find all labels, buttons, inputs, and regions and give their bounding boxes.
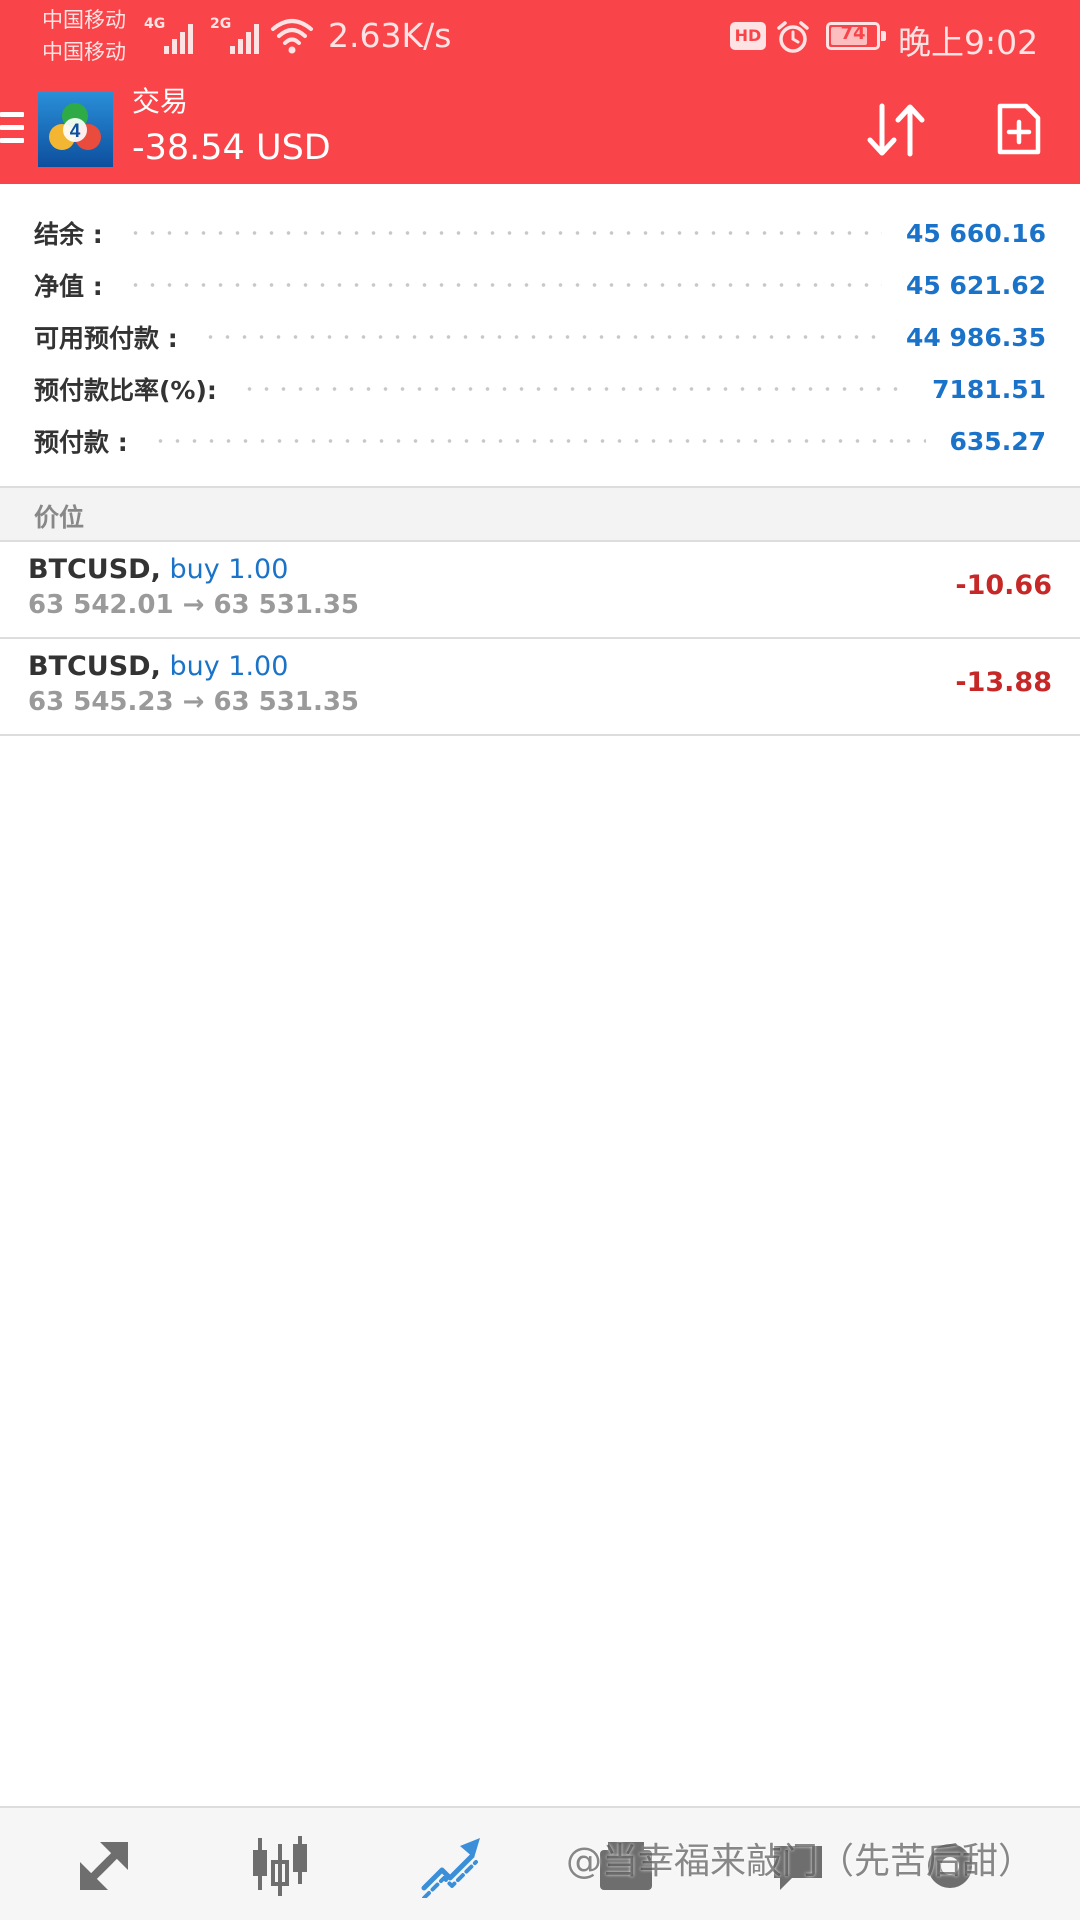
battery-icon: 74 (826, 22, 886, 50)
position-row[interactable]: BTCUSD, buy 1.00 63 542.01 → 63 531.35 -… (0, 542, 1080, 639)
dotted-leader (126, 231, 883, 235)
position-separator: , (150, 651, 161, 682)
summary-value: 635.27 (949, 426, 1046, 456)
candlestick-chart-icon[interactable] (248, 1834, 312, 1898)
account-summary: 结余 : 45 660.16 净值 : 45 621.62 可用预付款 : 44… (0, 184, 1080, 486)
position-row[interactable]: BTCUSD, buy 1.00 63 545.23 → 63 531.35 -… (0, 639, 1080, 736)
dotted-leader (151, 439, 926, 443)
position-prices: 63 545.23 → 63 531.35 (28, 687, 360, 717)
position-profit: -13.88 (955, 667, 1052, 698)
positions-section-header: 价位 (0, 486, 1080, 542)
position-title: BTCUSD, buy 1.00 (28, 651, 288, 682)
hd-voice-icon: HD (730, 22, 766, 50)
summary-label: 结余 : (34, 220, 103, 249)
svg-text:4: 4 (70, 121, 81, 142)
carrier-name-1: 中国移动 (42, 8, 126, 32)
summary-label: 可用预付款 : (34, 324, 178, 353)
new-document-icon[interactable] (996, 102, 1042, 156)
dotted-leader (201, 335, 883, 339)
page-title: 交易 (132, 85, 189, 118)
position-separator: , (150, 554, 161, 585)
watermark-text: @当幸福来敲门（先苦后甜） (566, 1841, 1035, 1882)
summary-value: 44 986.35 (906, 322, 1046, 352)
position-side-volume: buy 1.00 (169, 554, 289, 585)
summary-row-margin: 预付款 : 635.27 (34, 415, 1046, 467)
summary-value: 45 660.16 (906, 218, 1046, 248)
trade-trend-icon[interactable] (420, 1834, 484, 1898)
summary-row-equity: 净值 : 45 621.62 (34, 259, 1046, 311)
summary-value: 7181.51 (932, 374, 1046, 404)
dotted-leader (240, 387, 909, 391)
summary-label: 净值 : (34, 272, 103, 301)
status-bar: 中国移动 中国移动 4G 2G 2.63K/s HD 74 晚上9:02 (0, 0, 1080, 76)
position-symbol: BTCUSD (28, 554, 151, 585)
alarm-clock-icon (777, 21, 809, 53)
position-side-volume: buy 1.00 (169, 651, 289, 682)
battery-level: 74 (840, 23, 866, 44)
position-profit: -10.66 (955, 570, 1052, 601)
summary-row-balance: 结余 : 45 660.16 (34, 207, 1046, 259)
status-time: 晚上9:02 (898, 23, 1039, 62)
summary-row-margin-level: 预付款比率(%): 7181.51 (34, 363, 1046, 415)
position-title: BTCUSD, buy 1.00 (28, 554, 288, 585)
summary-row-free-margin: 可用预付款 : 44 986.35 (34, 311, 1046, 363)
signal-bars-icon (164, 24, 193, 54)
position-prices: 63 542.01 → 63 531.35 (28, 590, 360, 620)
sort-arrows-icon[interactable] (864, 100, 928, 160)
quotes-arrows-icon[interactable] (72, 1834, 136, 1898)
position-symbol: BTCUSD (28, 651, 151, 682)
wifi-icon (271, 19, 313, 54)
section-label: 价位 (34, 503, 85, 532)
carrier-name-2: 中国移动 (42, 40, 126, 64)
summary-value: 45 621.62 (906, 270, 1046, 300)
summary-label: 预付款比率(%): (34, 376, 217, 405)
hamburger-menu-icon[interactable] (0, 112, 24, 146)
signal-bars-icon (230, 24, 259, 54)
app-header: 中国移动 中国移动 4G 2G 2.63K/s HD 74 晚上9:02 4 交… (0, 0, 1080, 184)
summary-label: 预付款 : (34, 428, 128, 457)
floating-profit: -38.54 USD (132, 128, 331, 168)
network-speed: 2.63K/s (328, 16, 452, 55)
dotted-leader (126, 283, 883, 287)
metatrader-logo-icon[interactable]: 4 (38, 92, 113, 167)
